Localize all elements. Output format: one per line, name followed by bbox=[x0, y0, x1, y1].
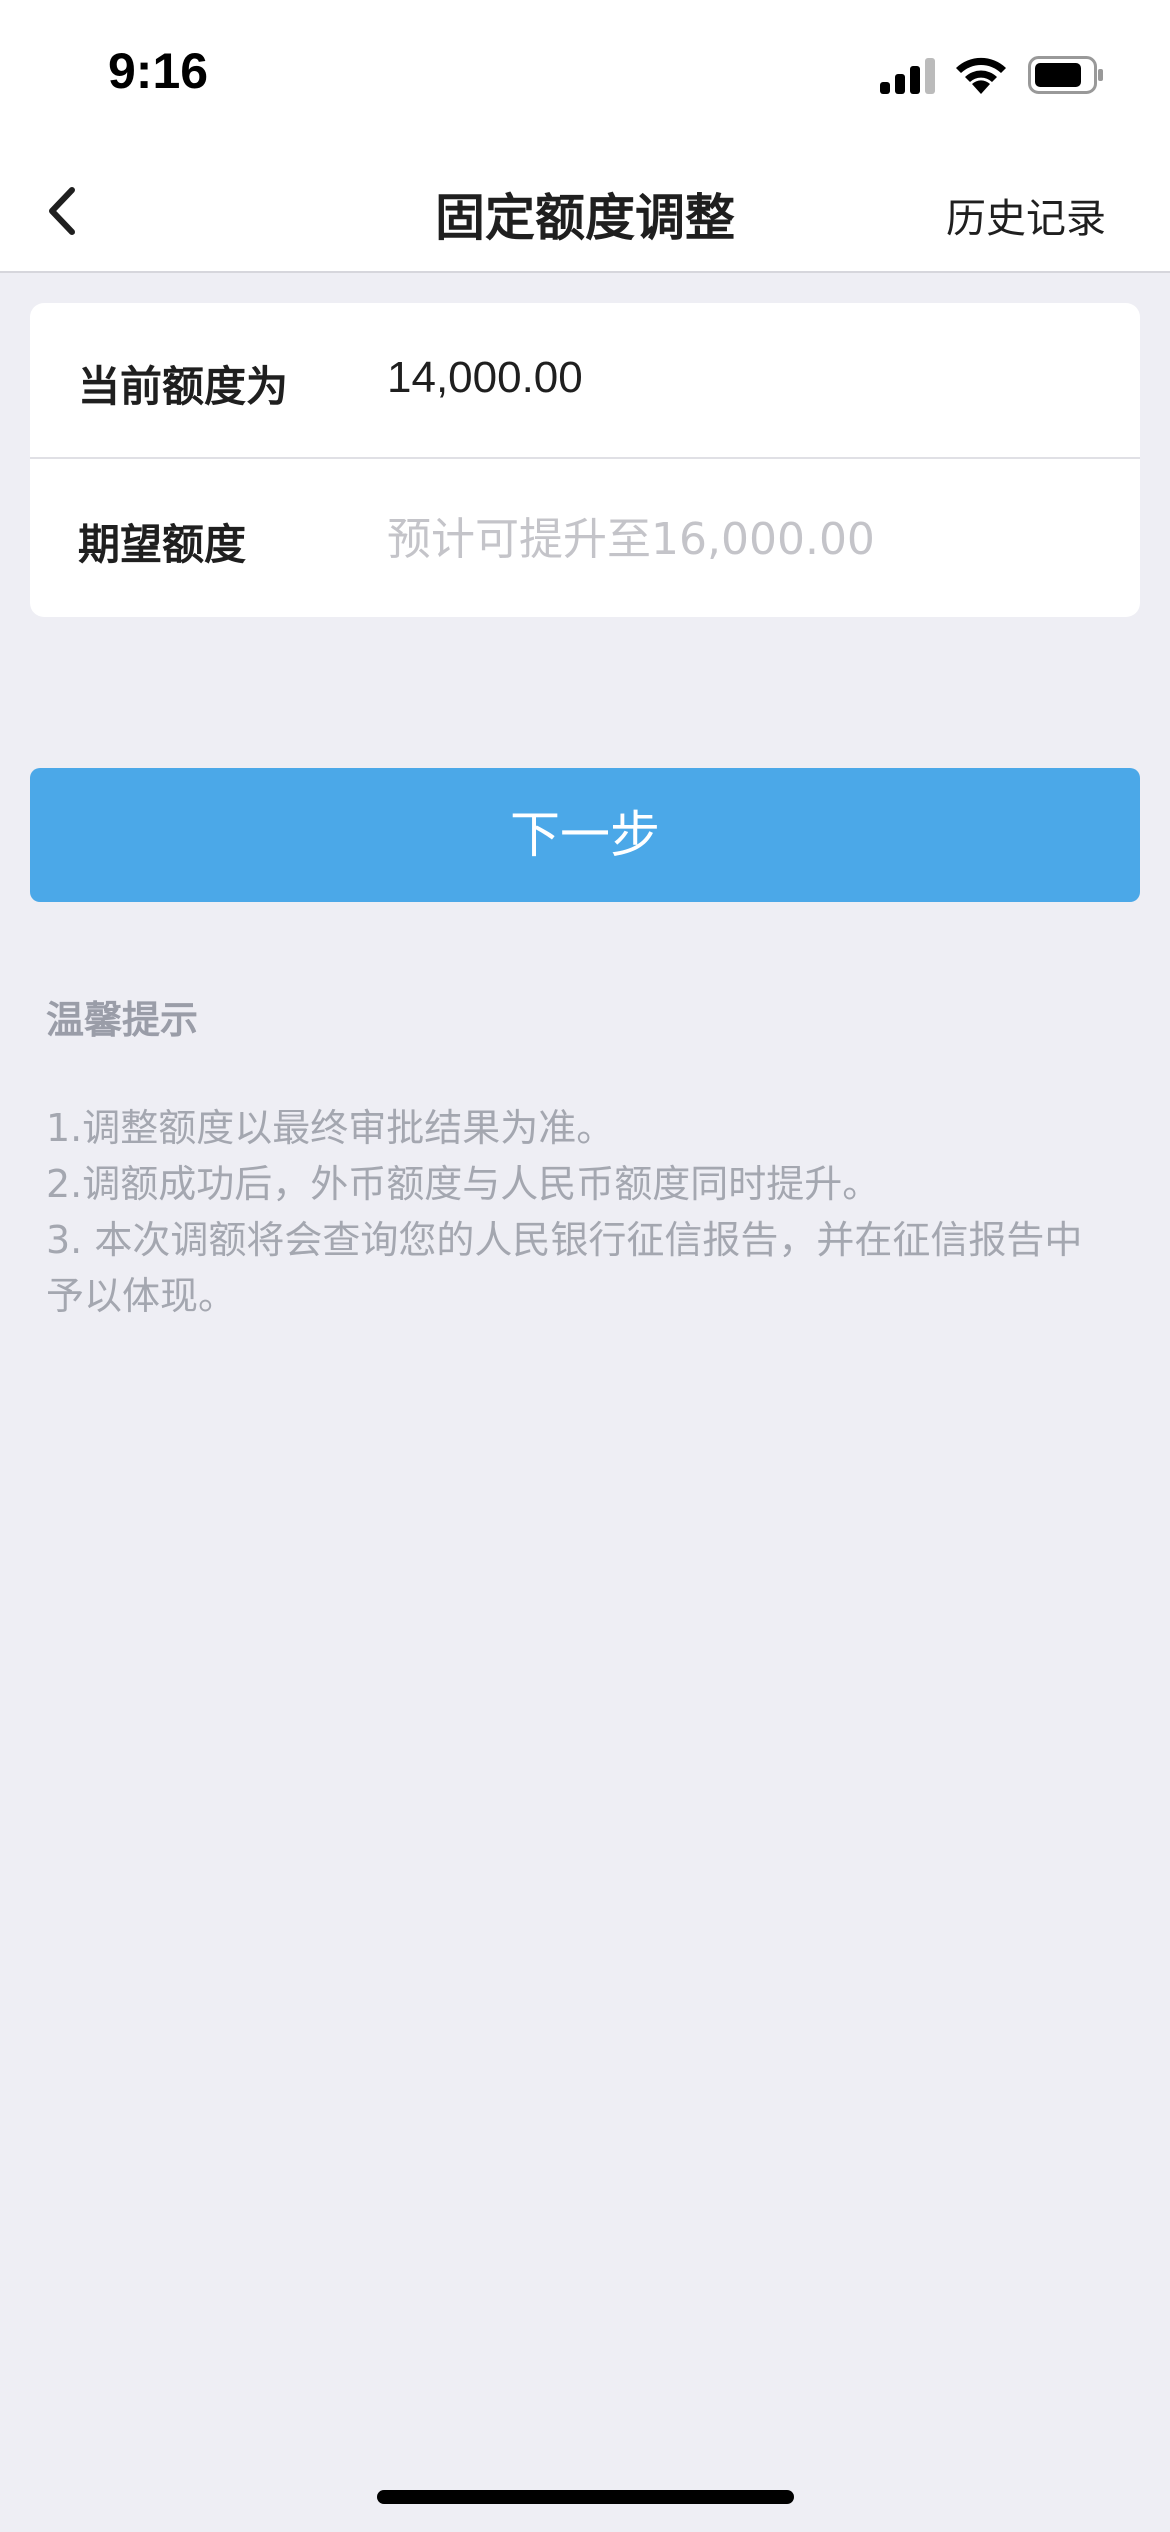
tip-line: 1.调整额度以最终审批结果为准。 bbox=[46, 1106, 615, 1150]
current-limit-label: 当前额度为 bbox=[78, 362, 289, 411]
tips-title: 温馨提示 bbox=[46, 998, 199, 1042]
tip-line: 2.调额成功后，外币额度与人民币额度同时提升。 bbox=[46, 1162, 881, 1206]
tip-line: 予以体现。 bbox=[46, 1274, 237, 1318]
cellular-signal-icon bbox=[880, 58, 935, 94]
tip-line: 3. 本次调额将会查询您的人民银行征信报告，并在征信报告中 bbox=[46, 1218, 1083, 1262]
next-step-button[interactable]: 下一步 bbox=[30, 768, 1140, 902]
wifi-icon bbox=[956, 57, 1006, 94]
expected-limit-label: 期望额度 bbox=[78, 520, 247, 569]
status-time: 9:16 bbox=[108, 43, 209, 99]
limit-form-card: 当前额度为 14,000.00 期望额度 bbox=[30, 303, 1140, 617]
expected-limit-input[interactable] bbox=[387, 499, 1087, 579]
status-bar: 9:16 bbox=[0, 0, 1170, 150]
status-icons bbox=[880, 50, 1120, 100]
expected-limit-row: 期望额度 bbox=[30, 461, 1140, 617]
home-indicator[interactable] bbox=[377, 2490, 794, 2504]
battery-icon bbox=[1028, 56, 1103, 94]
tips-section: 温馨提示 1.调整额度以最终审批结果为准。 2.调额成功后，外币额度与人民币额度… bbox=[46, 990, 1126, 1324]
history-button[interactable]: 历史记录 bbox=[946, 186, 1106, 244]
current-limit-value: 14,000.00 bbox=[387, 353, 583, 402]
navigation-bar: 固定额度调整 历史记录 bbox=[0, 150, 1170, 273]
current-limit-row: 当前额度为 14,000.00 bbox=[30, 303, 1140, 459]
